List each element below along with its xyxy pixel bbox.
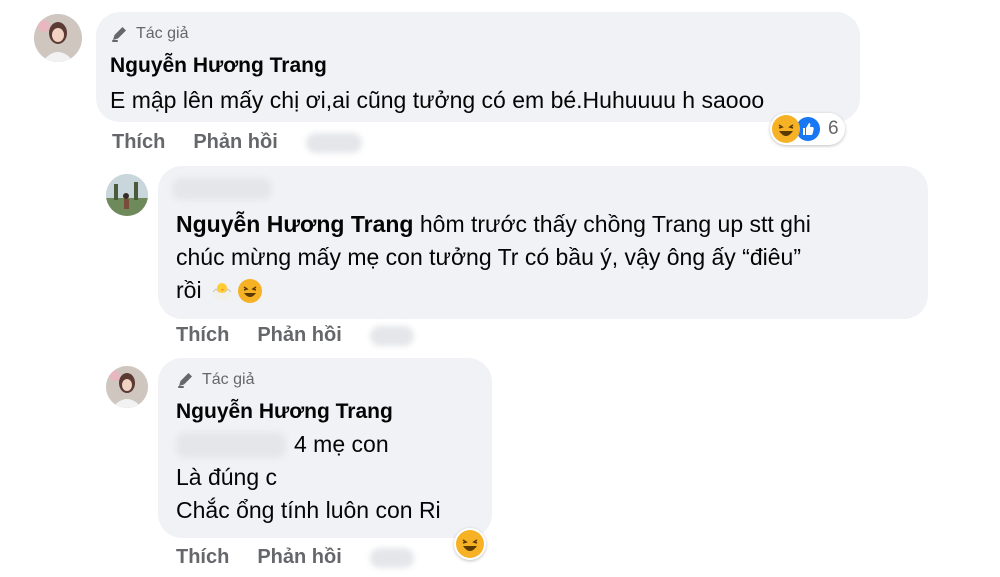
reaction-count: 6	[828, 118, 839, 139]
comment-line-3: rồi	[176, 274, 916, 307]
like-button[interactable]: Thích	[176, 546, 229, 569]
chick-icon	[210, 279, 234, 303]
reactions-summary[interactable]	[454, 528, 486, 560]
blurred-mention	[176, 431, 286, 458]
commenter-name[interactable]: Nguyễn Hương Trang	[176, 400, 393, 424]
avatar-photo	[34, 14, 82, 62]
avatar-author-2[interactable]	[106, 366, 148, 408]
comment-line-1: 4 mẹ con	[176, 428, 486, 461]
comment-bubble-3: Tác giả Nguyễn Hương Trang 4 mẹ con Là đ…	[158, 358, 492, 538]
avatar-photo	[106, 174, 148, 216]
comment-text-segment: 4 mẹ con	[294, 431, 389, 457]
reply-button[interactable]: Phản hồi	[193, 131, 277, 154]
blurred-timestamp	[369, 325, 414, 346]
comment-line-3: Chắc ổng tính luôn con Ri	[176, 497, 441, 523]
mention-tag[interactable]: Nguyễn Hương Trang	[176, 211, 413, 237]
commenter-name[interactable]: Nguyễn Hương Trang	[110, 54, 327, 78]
pencil-author-icon	[178, 373, 192, 388]
author-badge: Tác giả	[176, 370, 254, 390]
pencil-author-icon	[112, 27, 126, 42]
comment-actions-3: Thích Phản hồi	[176, 546, 414, 569]
comment-actions-1: Thích Phản hồi	[112, 131, 362, 154]
avatar-photo	[106, 366, 148, 408]
avatar-author-1[interactable]	[34, 14, 82, 62]
reply-button[interactable]: Phản hồi	[257, 546, 341, 569]
comment-actions-2: Thích Phản hồi	[176, 324, 414, 347]
haha-icon	[772, 115, 800, 143]
blurred-timestamp	[369, 547, 414, 568]
comment-bubble-1: Tác giả Nguyễn Hương Trang E mập lên mấy…	[96, 12, 860, 122]
blurred-commenter-name	[172, 178, 272, 200]
comment-text: 4 mẹ con Là đúng c Chắc ổng tính luôn co…	[176, 428, 486, 527]
reply-button[interactable]: Phản hồi	[257, 324, 341, 347]
comment-text: E mập lên mấy chị ơi,ai cũng tưởng có em…	[110, 87, 765, 113]
author-badge-label: Tác giả	[202, 371, 255, 388]
comment-line-2: Là đúng c	[176, 464, 278, 490]
comment-text-segment: hôm trước thấy chồng Trang up stt ghi	[413, 211, 811, 237]
comment-line-1: Nguyễn Hương Trang hôm trước thấy chồng …	[176, 208, 916, 241]
author-badge-label: Tác giả	[136, 25, 189, 42]
author-badge: Tác giả	[110, 24, 188, 44]
avatar-replier[interactable]	[106, 174, 148, 216]
comment-text-segment: rồi	[176, 277, 202, 303]
like-button[interactable]: Thích	[112, 131, 165, 154]
comment-text: Nguyễn Hương Trang hôm trước thấy chồng …	[176, 208, 916, 307]
grinning-squint-icon	[237, 278, 262, 303]
reactions-summary[interactable]: 6	[770, 113, 845, 145]
blurred-timestamp	[305, 132, 362, 153]
comment-line-2: chúc mừng mấy mẹ con tưởng Tr có bầu ý, …	[176, 244, 801, 270]
comment-bubble-2: Nguyễn Hương Trang hôm trước thấy chồng …	[158, 166, 928, 319]
haha-icon	[456, 530, 484, 558]
like-button[interactable]: Thích	[176, 324, 229, 347]
